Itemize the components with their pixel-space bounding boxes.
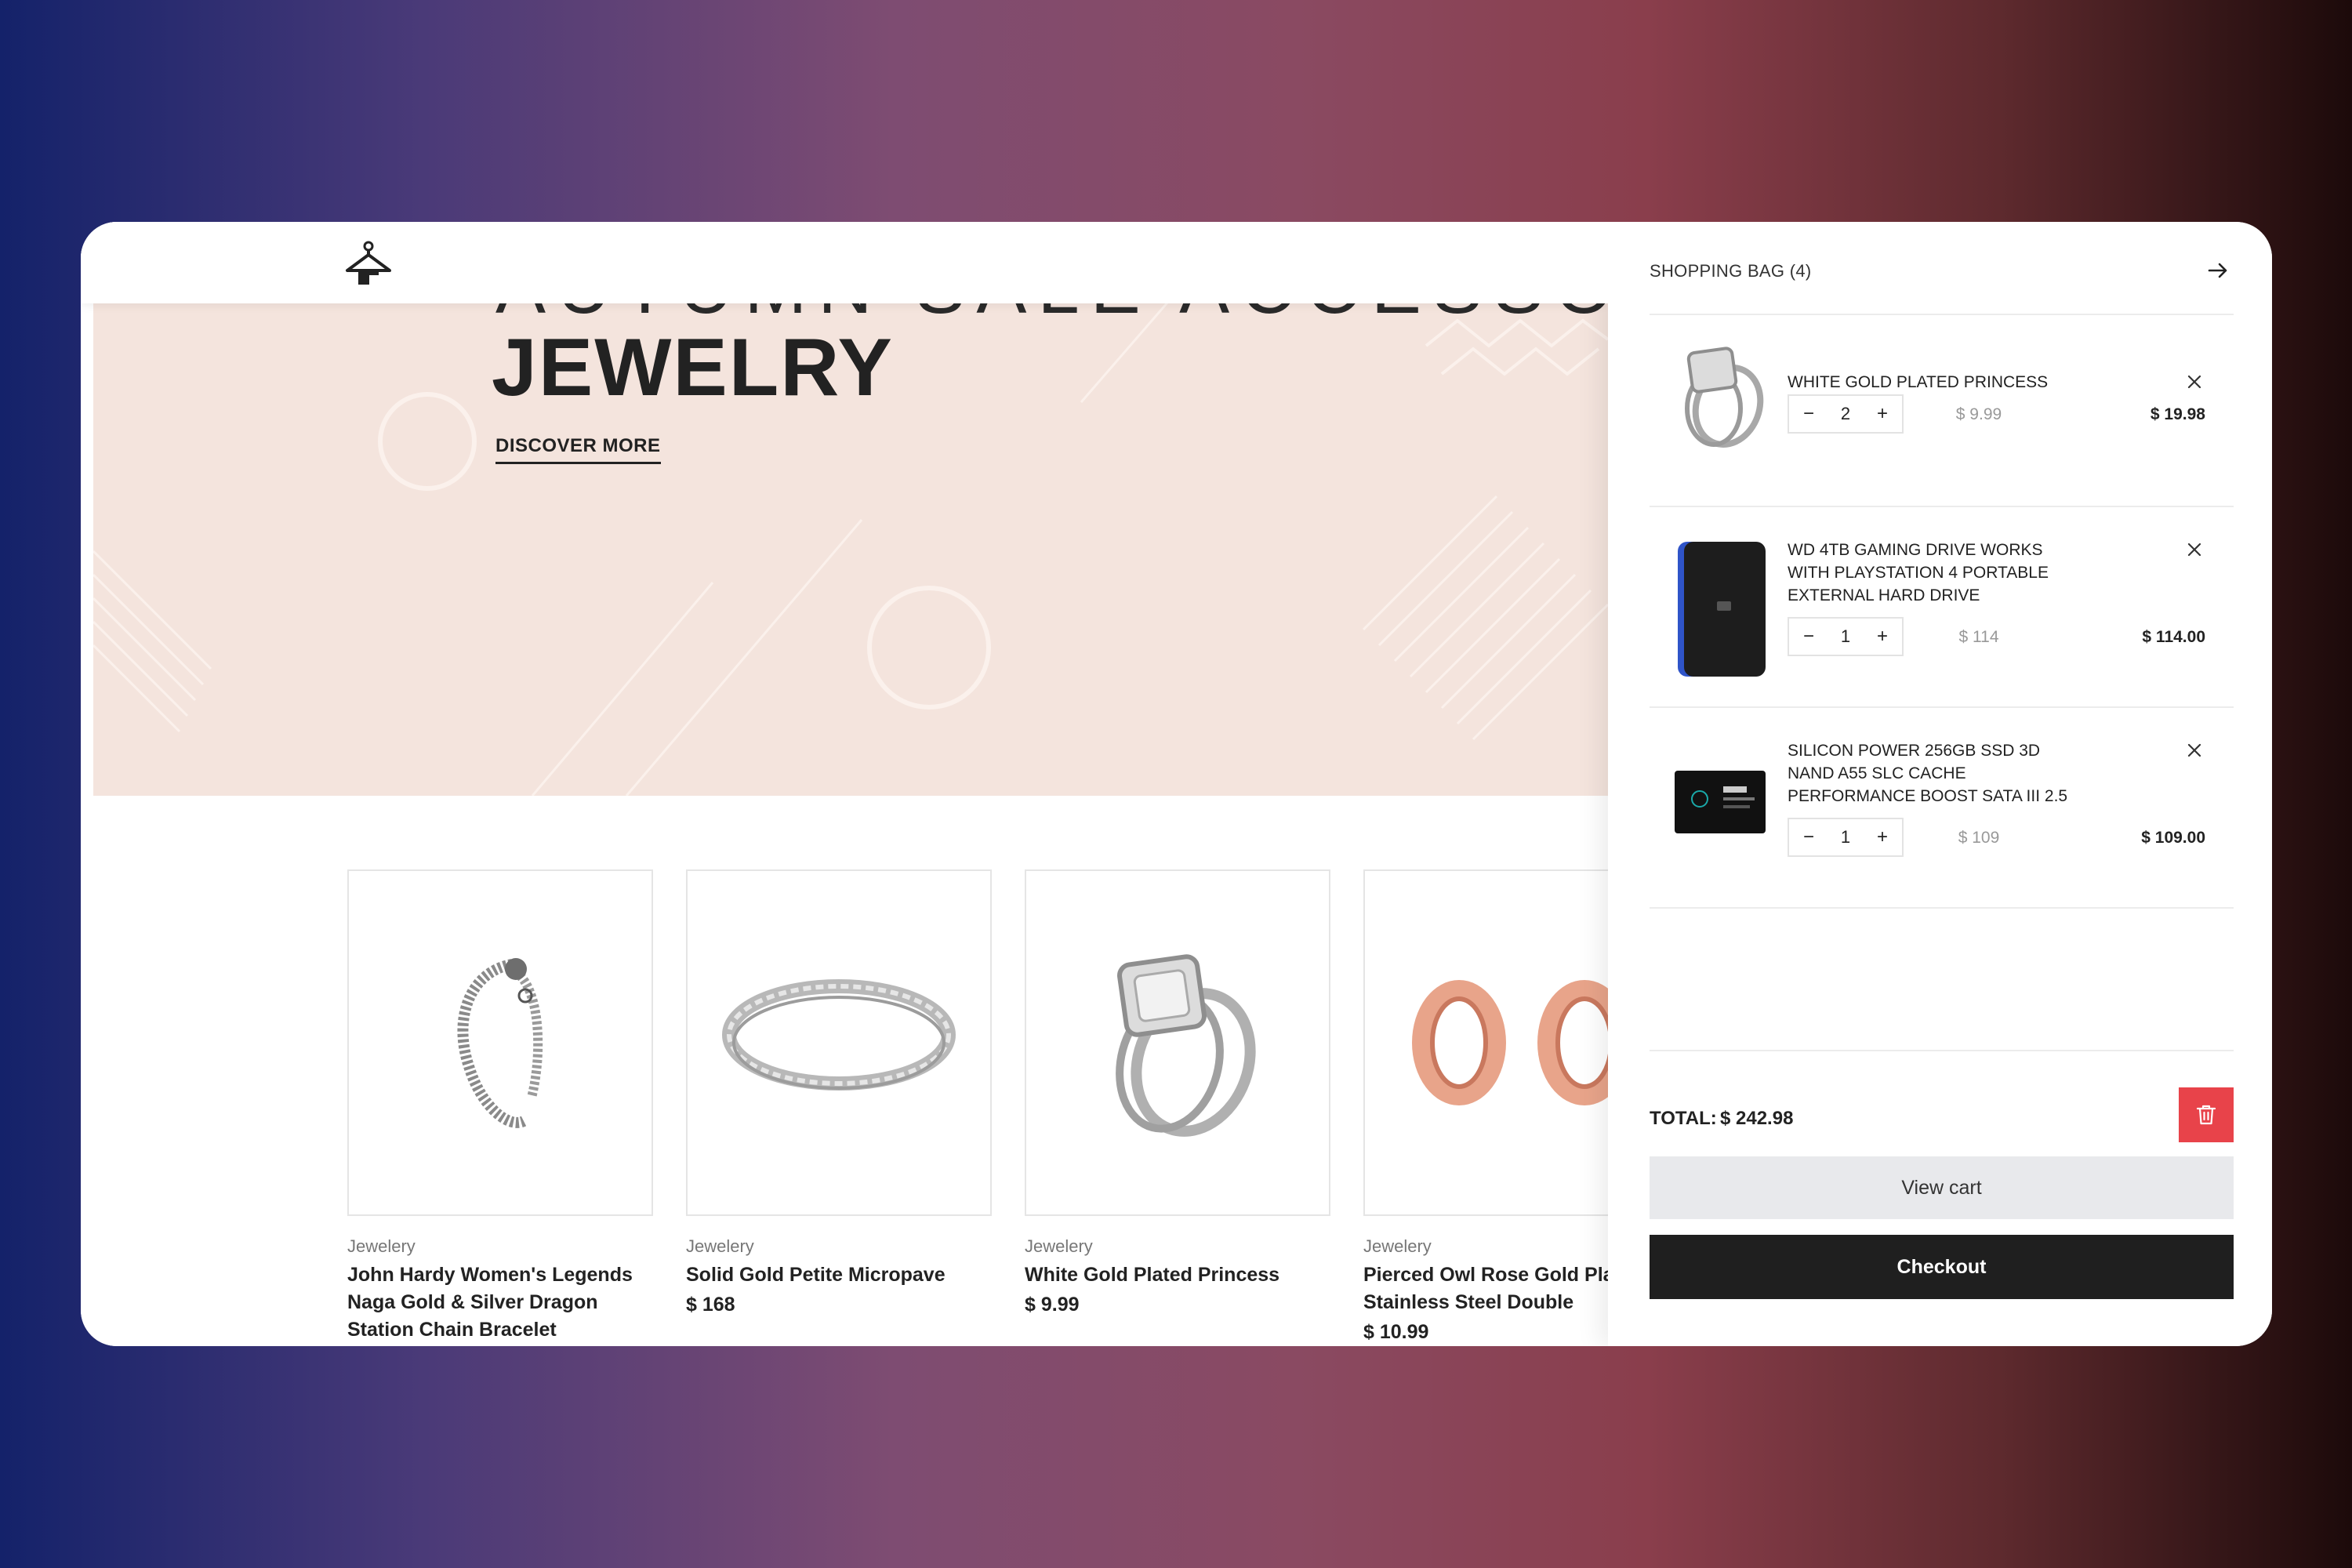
decrease-qty-button[interactable]: − <box>1795 623 1822 650</box>
quantity-stepper: − 1 + <box>1788 818 1904 857</box>
product-name[interactable]: Pierced Owl Rose Gold Plat Stainless Ste… <box>1363 1261 1608 1316</box>
unit-price: $ 109 <box>1958 829 2000 847</box>
increase-qty-button[interactable]: + <box>1869 401 1896 427</box>
remove-item-button[interactable] <box>2183 539 2205 561</box>
quantity-value: 1 <box>1840 827 1851 847</box>
cart-title: SHOPPING BAG (4) <box>1650 261 1812 281</box>
product-card[interactable]: Jewelery Pierced Owl Rose Gold Plat Stai… <box>1363 869 1608 1344</box>
product-category: Jewelery <box>347 1236 416 1256</box>
product-name[interactable]: White Gold Plated Princess <box>1025 1261 1338 1289</box>
ring-band-icon <box>722 979 956 1091</box>
cart-item-image <box>1673 347 1767 448</box>
remove-item-button[interactable] <box>2183 371 2205 393</box>
app-window: AUTUMN SALE ACCESSORIES JEWELRY DISCOVER… <box>81 222 2272 1346</box>
product-category: Jewelery <box>1363 1236 1432 1256</box>
divider <box>1650 314 2234 315</box>
product-card[interactable]: Jewelery White Gold Plated Princess $ 9.… <box>1025 869 1330 1316</box>
close-icon <box>2187 743 2201 757</box>
unit-price: $ 9.99 <box>1955 405 2002 423</box>
view-cart-button[interactable]: View cart <box>1650 1156 2234 1219</box>
product-image-bracelet[interactable] <box>347 869 653 1216</box>
product-image-ring-band[interactable] <box>686 869 992 1216</box>
product-image-ring-princess[interactable] <box>1025 869 1330 1216</box>
product-name-line: Naga Gold & Silver Dragon <box>347 1291 598 1313</box>
hero-banner: AUTUMN SALE ACCESSORIES JEWELRY DISCOVER… <box>93 222 1608 796</box>
product-card[interactable]: Jewelery John Hardy Women's Legends Naga… <box>347 869 653 1344</box>
remove-item-button[interactable] <box>2183 739 2205 761</box>
increase-qty-button[interactable]: + <box>1869 623 1896 650</box>
product-category: Jewelery <box>686 1236 754 1256</box>
cart-item: SILICON POWER 256GB SSD 3D NAND A55 SLC … <box>1650 739 2234 880</box>
trash-icon <box>2196 1105 2216 1125</box>
increase-qty-button[interactable]: + <box>1869 824 1896 851</box>
cart-item-name: WD 4TB GAMING DRIVE WORKS WITH PLAYSTATI… <box>1788 541 2049 604</box>
total-value: $ 242.98 <box>1720 1108 1794 1129</box>
total-label: TOTAL: <box>1650 1108 1717 1129</box>
clear-cart-button[interactable] <box>2179 1087 2234 1142</box>
line-total: $ 114.00 <box>2142 628 2205 646</box>
hard-drive-icon <box>1678 542 1766 677</box>
cart-header: SHOPPING BAG (4) <box>1650 255 2234 302</box>
product-name[interactable]: Solid Gold Petite Micropave <box>686 1261 1000 1289</box>
divider <box>1650 1050 2234 1051</box>
hero-title: JEWELRY <box>492 322 894 413</box>
decrease-qty-button[interactable]: − <box>1795 401 1822 427</box>
divider <box>1650 706 2234 708</box>
close-cart-button[interactable] <box>2202 255 2234 286</box>
arrow-right-icon <box>2208 263 2227 278</box>
rose-gold-plugs-icon <box>1412 980 1608 1105</box>
unit-price: $ 114 <box>1958 628 1999 646</box>
product-name-line: Solid Gold Petite Micropave <box>686 1264 946 1286</box>
product-name-line: Station Chain Bracelet <box>347 1319 557 1341</box>
product-name[interactable]: John Hardy Women's Legends Naga Gold & S… <box>347 1261 661 1344</box>
cart-item: WD 4TB GAMING DRIVE WORKS WITH PLAYSTATI… <box>1650 539 2234 688</box>
product-price: $ 9.99 <box>1025 1294 1080 1316</box>
store-page: AUTUMN SALE ACCESSORIES JEWELRY DISCOVER… <box>81 222 1608 1346</box>
product-name-line: Stainless Steel Double <box>1363 1291 1574 1313</box>
cart-item-image <box>1673 763 1767 841</box>
discover-more-link[interactable]: DISCOVER MORE <box>495 435 661 464</box>
cart-total-row: TOTAL: $ 242.98 <box>1650 1087 2234 1142</box>
product-name-line: Pierced Owl Rose Gold Plat <box>1363 1264 1608 1286</box>
line-total: $ 109.00 <box>2141 829 2205 847</box>
close-icon <box>2187 543 2201 557</box>
divider <box>1650 506 2234 507</box>
product-grid: Jewelery John Hardy Women's Legends Naga… <box>347 869 1608 1346</box>
store-header <box>81 222 1608 303</box>
cart-item-image <box>1673 539 1767 680</box>
product-price: $ 168 <box>686 1294 735 1316</box>
cart-item-name: WHITE GOLD PLATED PRINCESS <box>1788 373 2049 391</box>
product-category: Jewelery <box>1025 1236 1093 1256</box>
product-image-rose-gold-plugs[interactable] <box>1363 869 1608 1216</box>
ring-princess-icon <box>1116 954 1256 1137</box>
bracelet-icon <box>457 958 543 1128</box>
quantity-stepper: − 1 + <box>1788 617 1904 656</box>
close-icon <box>2187 375 2201 389</box>
hanger-logo-icon[interactable] <box>344 239 393 288</box>
product-name-line: White Gold Plated Princess <box>1025 1264 1280 1286</box>
cart-item-name: SILICON POWER 256GB SSD 3D NAND A55 SLC … <box>1788 742 2068 805</box>
ssd-icon <box>1675 771 1766 833</box>
quantity-value: 1 <box>1840 626 1851 646</box>
divider <box>1650 907 2234 909</box>
cart-item: WHITE GOLD PLATED PRINCESS − 2 + $ 9.99 … <box>1650 347 2234 473</box>
line-total: $ 19.98 <box>2150 405 2205 423</box>
decrease-qty-button[interactable]: − <box>1795 824 1822 851</box>
product-price: $ 10.99 <box>1363 1321 1429 1343</box>
quantity-value: 2 <box>1840 404 1851 423</box>
quantity-stepper: − 2 + <box>1788 394 1904 434</box>
checkout-button[interactable]: Checkout <box>1650 1235 2234 1299</box>
product-card[interactable]: Jewelery Solid Gold Petite Micropave $ 1… <box>686 869 992 1316</box>
product-name-line: John Hardy Women's Legends <box>347 1264 633 1286</box>
shopping-bag-panel: SHOPPING BAG (4) WHITE GOLD PLATED PRINC… <box>1608 222 2272 1346</box>
ring-princess-icon <box>1685 347 1764 448</box>
